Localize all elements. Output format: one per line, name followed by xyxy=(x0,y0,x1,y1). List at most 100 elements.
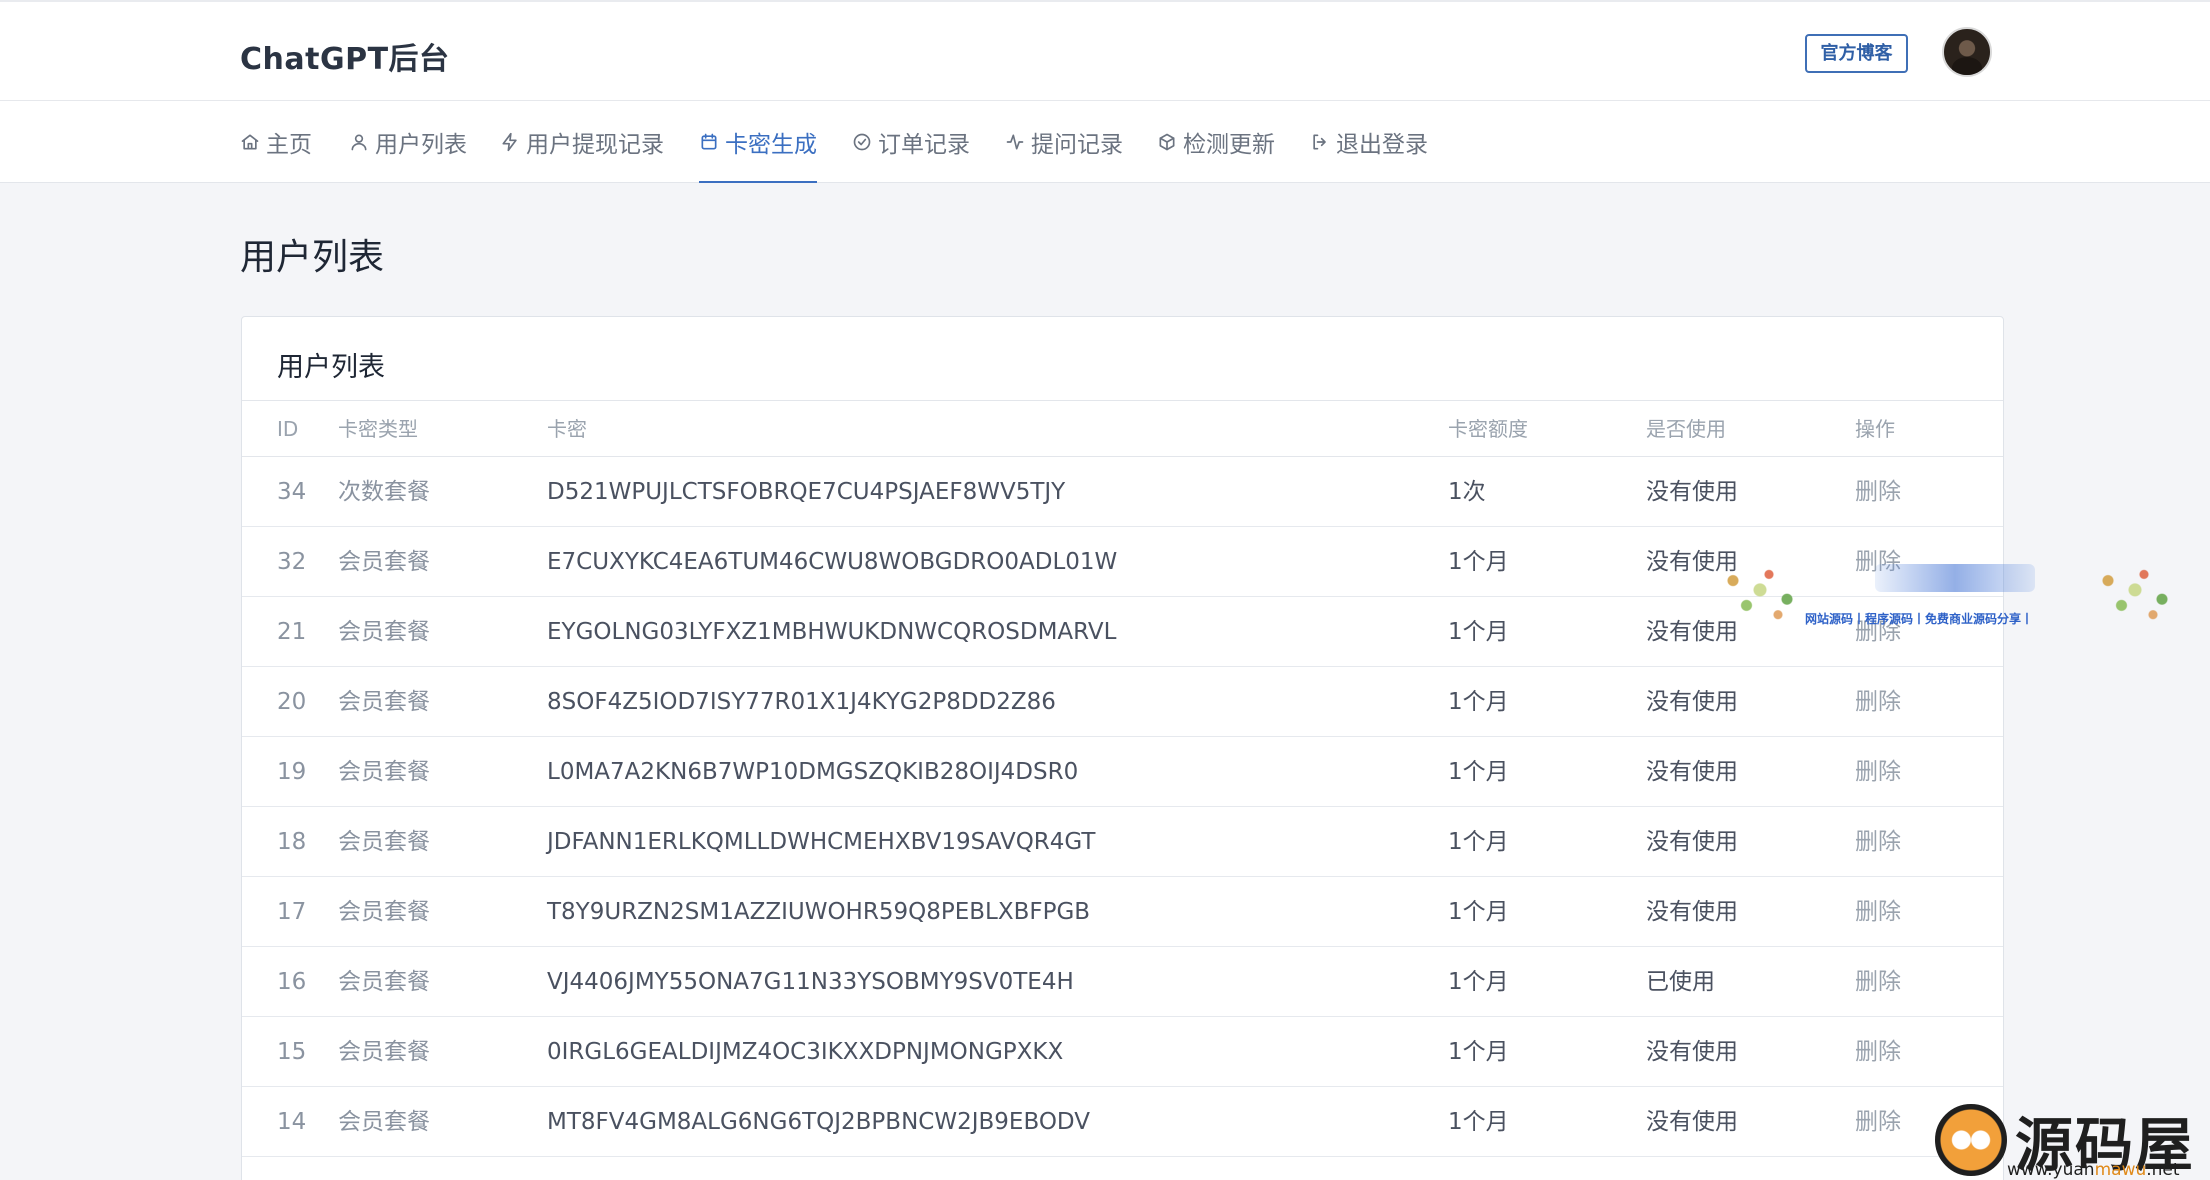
nav-label: 主页 xyxy=(266,132,312,158)
cell-key: 0IRGL6GEALDIJMZ4OC3IKXXDPNJMONGPXKX xyxy=(547,1039,1064,1065)
nav-item-question-records[interactable]: 提问记录 xyxy=(1005,101,1123,183)
cell-key: T8Y9URZN2SM1AZZIUWOHR59Q8PEBLXBFPGB xyxy=(547,899,1091,925)
table-row: 20 会员套餐 8SOF4Z5IOD7ISY77R01X1J4KYG2P8DD2… xyxy=(242,667,2003,737)
cell-id: 17 xyxy=(277,899,307,925)
app-brand[interactable]: ChatGPT后台 xyxy=(240,34,450,78)
table-row: 34 次数套餐 D521WPUJLCTSFOBRQE7CU4PSJAEF8WV5… xyxy=(242,457,2003,527)
table-row: 16 会员套餐 VJ4406JMY55ONA7G11N33YSOBMY9SV0T… xyxy=(242,947,2003,1017)
cell-id: 20 xyxy=(277,689,307,715)
delete-button[interactable]: 删除 xyxy=(1855,947,1901,1017)
nav-item-home[interactable]: 主页 xyxy=(240,101,312,183)
cell-used: 没有使用 xyxy=(1646,1039,1738,1065)
delete-button[interactable]: 删除 xyxy=(1855,1087,1901,1157)
cell-key: L0MA7A2KN6B7WP10DMGSZQKIB28OIJ4DSR0 xyxy=(547,759,1079,785)
cell-used: 没有使用 xyxy=(1646,689,1738,715)
check-circle-icon xyxy=(853,133,871,151)
cell-key: D521WPUJLCTSFOBRQE7CU4PSJAEF8WV5TJY xyxy=(547,479,1066,505)
cell-amount: 1个月 xyxy=(1448,829,1509,855)
url-mid: mawu xyxy=(2094,1160,2147,1180)
cell-type: 会员套餐 xyxy=(338,969,430,995)
cell-key: 8SOF4Z5IOD7ISY77R01X1J4KYG2P8DD2Z86 xyxy=(547,689,1056,715)
cell-amount: 1个月 xyxy=(1448,689,1509,715)
cell-type: 会员套餐 xyxy=(338,689,430,715)
nav-label: 退出登录 xyxy=(1336,132,1428,158)
cell-key: E7CUXYKC4EA6TUM46CWU8WOBGDRO0ADL01W xyxy=(547,549,1118,575)
main-nav: 主页 用户列表 用户提现记录 卡密生成 订单记录 提问记录 检测更新 退出登录 xyxy=(0,101,2210,183)
nav-label: 用户列表 xyxy=(375,132,467,158)
cell-id: 19 xyxy=(277,759,307,785)
delete-button[interactable]: 删除 xyxy=(1855,597,1901,667)
user-avatar[interactable] xyxy=(1942,27,1992,77)
column-header-used: 是否使用 xyxy=(1646,417,1726,441)
column-header-key: 卡密 xyxy=(547,417,587,441)
cell-used: 没有使用 xyxy=(1646,899,1738,925)
calendar-icon xyxy=(701,133,717,150)
delete-button[interactable]: 删除 xyxy=(1855,527,1901,597)
column-header-type: 卡密类型 xyxy=(338,417,418,441)
page-title: 用户列表 xyxy=(240,237,385,278)
cell-id: 18 xyxy=(277,829,307,855)
cell-used: 没有使用 xyxy=(1646,759,1738,785)
cell-used: 没有使用 xyxy=(1646,479,1738,505)
nav-label: 用户提现记录 xyxy=(526,132,664,158)
table-row: 21 会员套餐 EYGOLNG03LYFXZ1MBHWUKDNWCQROSDMA… xyxy=(242,597,2003,667)
cell-used: 没有使用 xyxy=(1646,829,1738,855)
cell-amount: 1个月 xyxy=(1448,549,1509,575)
activity-icon xyxy=(1006,134,1024,150)
nav-label: 提问记录 xyxy=(1031,132,1123,158)
delete-button[interactable]: 删除 xyxy=(1855,457,1901,527)
cell-type: 会员套餐 xyxy=(338,549,430,575)
cell-used: 没有使用 xyxy=(1646,619,1738,645)
cell-key: VJ4406JMY55ONA7G11N33YSOBMY9SV0TE4H xyxy=(547,969,1074,995)
cell-type: 会员套餐 xyxy=(338,1039,430,1065)
delete-button[interactable]: 删除 xyxy=(1855,807,1901,877)
cell-id: 32 xyxy=(277,549,307,575)
table-row: 17 会员套餐 T8Y9URZN2SM1AZZIUWOHR59Q8PEBLXBF… xyxy=(242,877,2003,947)
cell-amount: 1个月 xyxy=(1448,899,1509,925)
cell-type: 会员套餐 xyxy=(338,829,430,855)
table-row: 15 会员套餐 0IRGL6GEALDIJMZ4OC3IKXXDPNJMONGP… xyxy=(242,1017,2003,1087)
watermark-logo-text: 源码屋 xyxy=(2015,1111,2196,1179)
logout-icon xyxy=(1313,134,1326,150)
nav-item-withdraw-records[interactable]: 用户提现记录 xyxy=(500,101,664,183)
cell-id: 34 xyxy=(277,479,307,505)
package-icon xyxy=(1159,133,1175,151)
nav-item-check-update[interactable]: 检测更新 xyxy=(1157,101,1275,183)
home-icon xyxy=(241,134,259,150)
cell-type: 会员套餐 xyxy=(338,1109,430,1135)
column-header-amount: 卡密额度 xyxy=(1448,417,1528,441)
cell-id: 14 xyxy=(277,1109,307,1135)
cell-key: EYGOLNG03LYFXZ1MBHWUKDNWCQROSDMARVL xyxy=(547,619,1117,645)
cell-type: 会员套餐 xyxy=(338,899,430,925)
column-header-id: ID xyxy=(277,417,299,441)
cell-key: MT8FV4GM8ALG6NG6TQJ2BPBNCW2JB9EBODV xyxy=(547,1109,1090,1135)
cell-key: JDFANN1ERLKQMLLDWHCMEHXBV19SAVQR4GT xyxy=(547,829,1096,855)
wreath-icon xyxy=(2090,562,2180,624)
user-icon xyxy=(351,134,367,151)
cell-used: 没有使用 xyxy=(1646,549,1738,575)
table-header: ID 卡密类型 卡密 卡密额度 是否使用 操作 xyxy=(242,401,2003,457)
cell-id: 16 xyxy=(277,969,307,995)
delete-button[interactable]: 删除 xyxy=(1855,877,1901,947)
nav-item-order-records[interactable]: 订单记录 xyxy=(852,101,970,183)
table-row: 19 会员套餐 L0MA7A2KN6B7WP10DMGSZQKIB28OIJ4D… xyxy=(242,737,2003,807)
cell-type: 会员套餐 xyxy=(338,619,430,645)
url-prefix: www.yuan xyxy=(2007,1160,2095,1180)
cell-used: 已使用 xyxy=(1646,969,1715,995)
nav-item-user-list[interactable]: 用户列表 xyxy=(349,101,467,183)
cell-type: 次数套餐 xyxy=(338,479,430,505)
nav-item-logout[interactable]: 退出登录 xyxy=(1310,101,1428,183)
cell-amount: 1个月 xyxy=(1448,1039,1509,1065)
watermark-url: www.yuanmawu.net xyxy=(2007,1160,2180,1180)
delete-button[interactable]: 删除 xyxy=(1855,667,1901,737)
delete-button[interactable]: 删除 xyxy=(1855,1017,1901,1087)
table-row: 18 会员套餐 JDFANN1ERLKQMLLDWHCMEHXBV19SAVQR… xyxy=(242,807,2003,877)
top-header: ChatGPT后台 官方博客 xyxy=(0,0,2210,101)
cell-amount: 1次 xyxy=(1448,479,1486,505)
cell-amount: 1个月 xyxy=(1448,969,1509,995)
nav-label: 卡密生成 xyxy=(725,132,817,158)
nav-item-card-generate[interactable]: 卡密生成 xyxy=(699,101,817,183)
official-blog-button[interactable]: 官方博客 xyxy=(1805,34,1908,73)
delete-button[interactable]: 删除 xyxy=(1855,737,1901,807)
cell-used: 没有使用 xyxy=(1646,1109,1738,1135)
